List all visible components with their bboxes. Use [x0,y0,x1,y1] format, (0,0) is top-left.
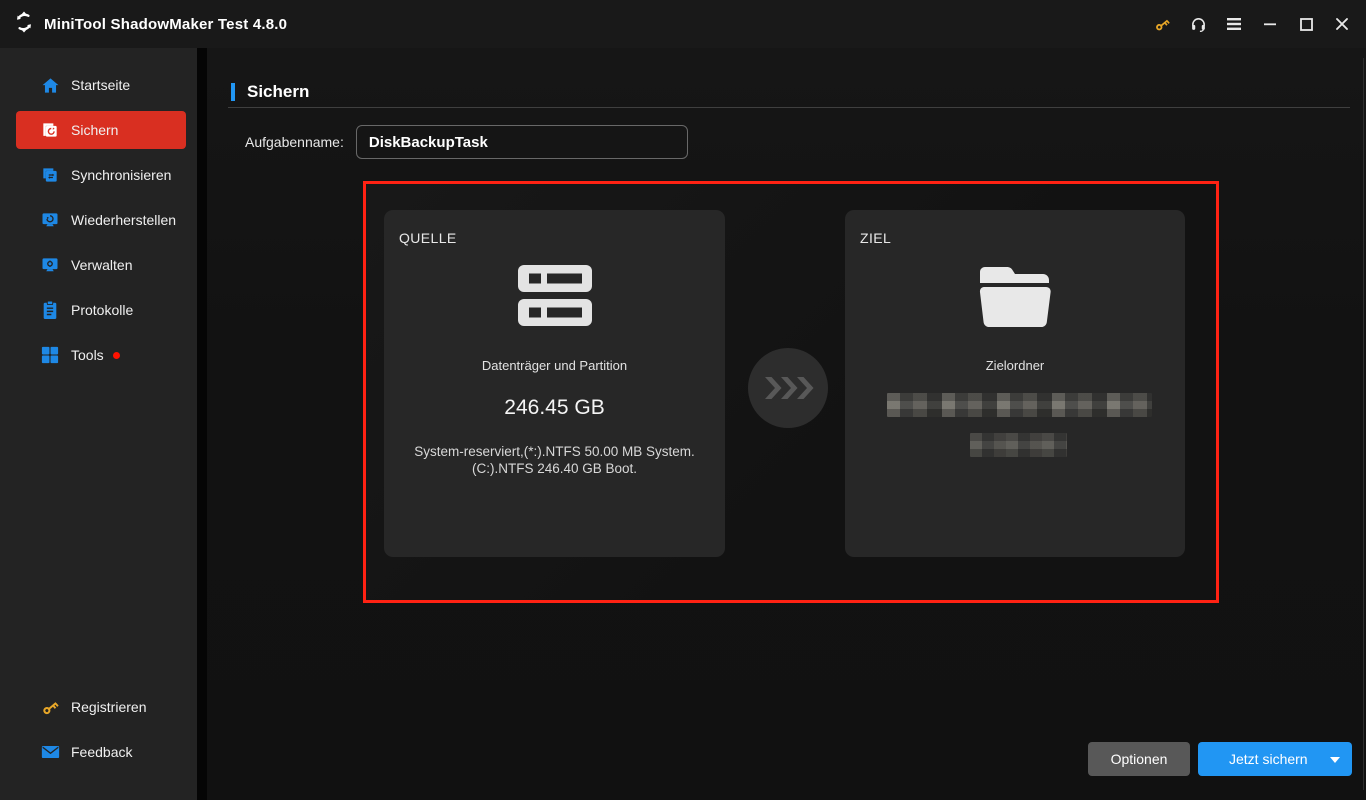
titlebar: MiniTool ShadowMaker Test 4.8.0 [0,0,1366,48]
source-partition-line: System-reserviert,(*:).NTFS 50.00 MB Sys… [414,444,695,459]
sidebar-item-startseite[interactable]: Startseite [16,66,186,104]
sidebar-item-label: Tools [71,347,104,363]
sidebar-item-label: Protokolle [71,302,134,318]
source-type-label: Datenträger und Partition [481,358,628,373]
sidebar-item-sichern[interactable]: Sichern [16,111,186,149]
minitool-logo-icon [13,10,35,38]
logs-icon [40,300,60,320]
disk-icon [384,265,725,327]
sidebar-item-tools[interactable]: Tools [16,336,186,374]
sidebar-nav: Startseite Sichern Synchronisieren Wiede… [0,48,197,374]
backup-now-button[interactable]: Jetzt sichern [1198,742,1352,776]
page-title: Sichern [247,82,310,101]
close-icon[interactable] [1324,0,1360,48]
backup-now-label: Jetzt sichern [1229,751,1308,767]
minimize-icon[interactable] [1252,0,1288,48]
source-card-title: QUELLE [399,230,457,246]
register-key-icon[interactable] [1144,0,1180,48]
destination-path-redacted [887,393,1152,417]
manage-icon [40,255,60,275]
sidebar-item-wiederherstellen[interactable]: Wiederherstellen [16,201,186,239]
window-title: MiniTool ShadowMaker Test 4.8.0 [44,15,288,33]
titlebar-brand: MiniTool ShadowMaker Test 4.8.0 [0,10,288,38]
header-divider [228,107,1350,108]
mail-icon [40,742,60,762]
sidebar-item-verwalten[interactable]: Verwalten [16,246,186,284]
source-size: 246.45 GB [504,396,605,419]
sync-icon [40,165,60,185]
sidebar-divider [197,48,207,800]
sidebar-item-label: Wiederherstellen [71,212,177,228]
destination-card[interactable]: ZIEL Zielordner [845,210,1185,557]
destination-card-title: ZIEL [860,230,892,246]
titlebar-controls [1144,0,1366,48]
footer-actions: Optionen Jetzt sichern [1088,742,1352,776]
backup-selection-highlight: QUELLE Datenträger und Partition 246.45 … [363,181,1219,603]
maximize-icon[interactable] [1288,0,1324,48]
sidebar-item-label: Feedback [71,744,133,760]
sidebar-item-synchronisieren[interactable]: Synchronisieren [16,156,186,194]
sidebar-item-label: Synchronisieren [71,167,172,183]
dropdown-caret-icon[interactable] [1330,757,1340,763]
header-accent-bar [231,83,235,101]
sidebar-item-protokolle[interactable]: Protokolle [16,291,186,329]
sidebar-item-label: Verwalten [71,257,133,273]
destination-path-redacted [970,433,1067,457]
source-partition-line: (C:).NTFS 246.40 GB Boot. [471,461,638,476]
source-to-dest-arrow [748,348,828,428]
sidebar-footer: Registrieren Feedback [0,688,197,778]
folder-icon [845,265,1185,329]
sidebar-item-label: Registrieren [71,699,147,715]
sidebar-item-feedback[interactable]: Feedback [16,733,186,771]
sidebar-item-label: Startseite [71,77,131,93]
sidebar-item-registrieren[interactable]: Registrieren [16,688,186,726]
restore-icon [40,210,60,230]
support-headset-icon[interactable] [1180,0,1216,48]
destination-type-label: Zielordner [985,358,1045,373]
app-window: MiniTool ShadowMaker Test 4.8.0 Startsei… [0,0,1366,800]
backup-icon [40,120,60,140]
home-icon [40,75,60,95]
sidebar: Startseite Sichern Synchronisieren Wiede… [0,48,197,800]
sidebar-item-label: Sichern [71,122,119,138]
tools-icon [40,345,60,365]
task-name-label: Aufgabenname: [245,134,344,150]
source-card[interactable]: QUELLE Datenträger und Partition 246.45 … [384,210,725,557]
menu-icon[interactable] [1216,0,1252,48]
chevrons-icon [765,377,814,399]
scrollbar-track[interactable] [1363,58,1364,790]
task-name-row: Aufgabenname: [245,125,688,159]
tools-notification-dot [112,351,120,359]
options-button[interactable]: Optionen [1088,742,1190,776]
task-name-input[interactable] [355,125,688,159]
source-partitions: System-reserviert,(*:).NTFS 50.00 MB Sys… [384,443,725,477]
main-content: Sichern Aufgabenname: QUELLE [207,48,1366,800]
page-header: Sichern [231,82,309,102]
key-icon [40,697,60,717]
